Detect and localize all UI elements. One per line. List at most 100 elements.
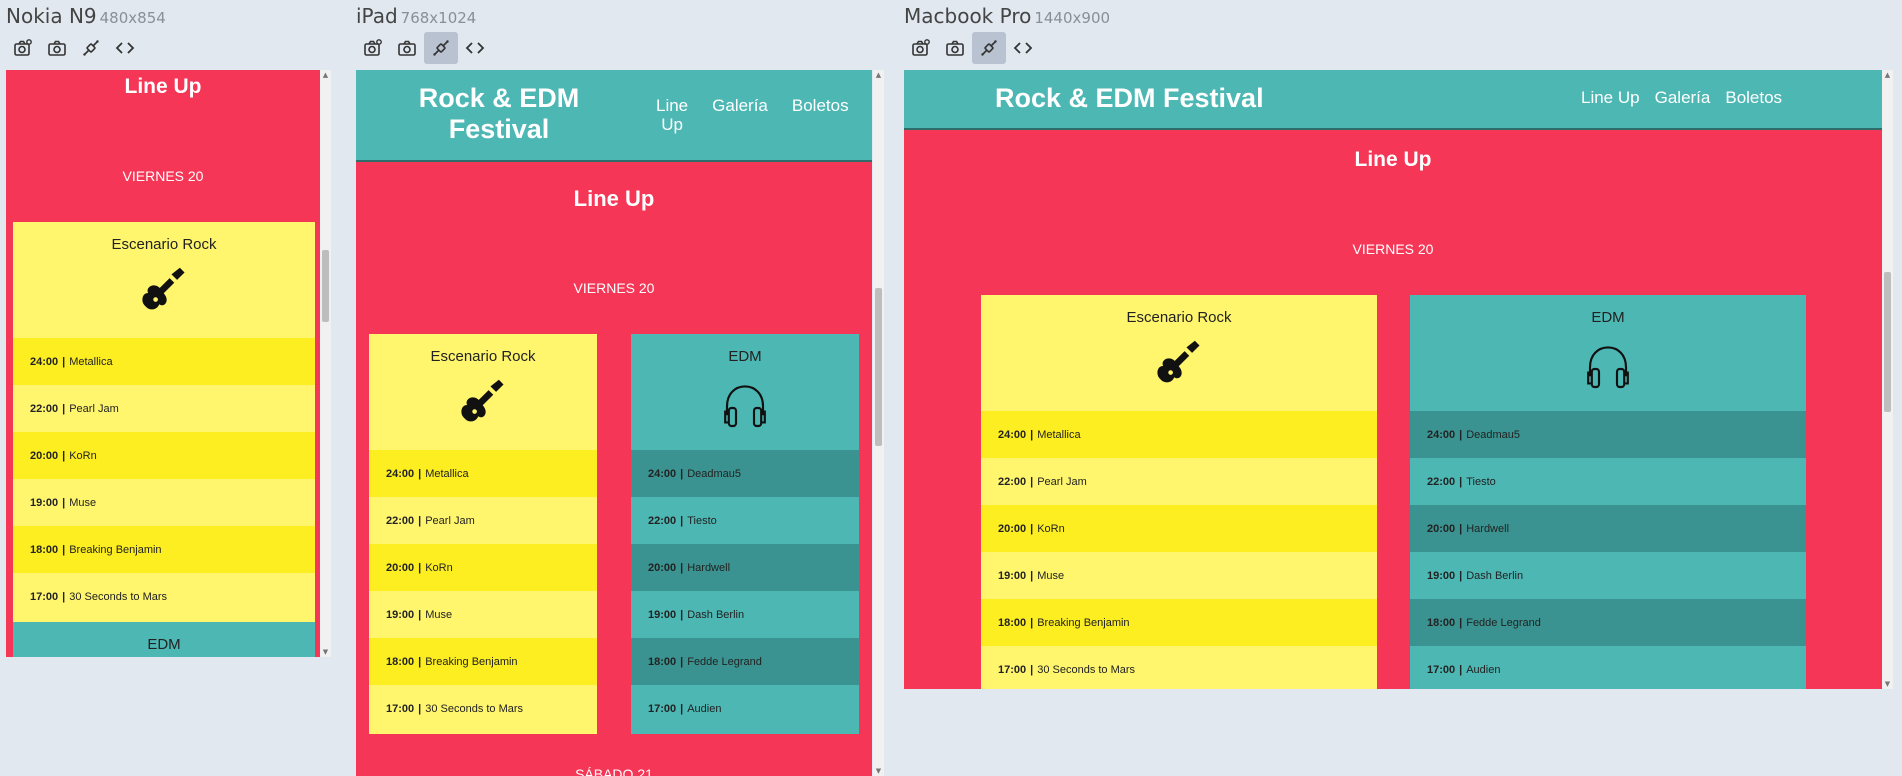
- scrollbar[interactable]: ▲ ▼: [320, 70, 331, 657]
- stage-card-edm: EDM 24:00 | Deadmau5 22:00 | Tiesto 20:00 | Ha…: [1410, 295, 1806, 689]
- scroll-up-arrow[interactable]: ▲: [1884, 72, 1891, 79]
- device-size: 480x854: [99, 9, 166, 27]
- device-ipad: iPad 768x1024: [356, 0, 656, 66]
- act-row: 20:00 | KoRn: [13, 432, 315, 479]
- act-list: 24:00 | Metallica 22:00 | Pearl Jam 20:00 | Ko…: [13, 338, 315, 620]
- guitar-icon: [369, 374, 597, 450]
- act-row: 17:00 | 30 Seconds to Mars: [998, 663, 1136, 676]
- headphones-icon: [1410, 335, 1806, 411]
- sync-scroll-button[interactable]: [424, 32, 458, 64]
- device-name: iPad: [356, 4, 398, 28]
- view-source-button[interactable]: [1006, 32, 1040, 64]
- stage-card-edm: EDM: [13, 622, 315, 657]
- device-name: Nokia N9: [6, 4, 97, 28]
- scrollbar-thumb[interactable]: [875, 288, 882, 446]
- nokia-viewport[interactable]: Line Up VIERNES 20 Escenario Rock 24:00 |…: [6, 70, 331, 657]
- ipad-viewport[interactable]: Rock & EDM Festival Line Up Galería Boleto…: [356, 70, 884, 776]
- site-brand[interactable]: Rock & EDM Festival: [406, 83, 592, 145]
- scrollbar[interactable]: ▲ ▼: [873, 70, 884, 776]
- section-title: Line Up: [1354, 148, 1432, 171]
- act-list: 24:00 | Deadmau5 22:00 | Tiesto 20:00 | Hardwe…: [1410, 411, 1806, 689]
- site-page: Rock & EDM Festival Line Up Galería Boleto…: [356, 70, 872, 776]
- scroll-up-arrow[interactable]: ▲: [322, 72, 329, 79]
- link-icon: [981, 40, 997, 56]
- section-title: Line Up: [573, 186, 655, 211]
- act-row: 24:00 | Metallica: [369, 450, 597, 497]
- act-row: 19:00 | Dash Berlin: [1427, 569, 1524, 582]
- camera-settings-icon: [364, 39, 382, 56]
- screenshot-button[interactable]: [40, 32, 74, 64]
- act-row: 20:00 | Hardwell: [1410, 505, 1806, 552]
- scroll-down-arrow[interactable]: ▼: [322, 649, 329, 656]
- camera-icon: [946, 40, 964, 56]
- act-list: 24:00 | Deadmau5 22:00 | Tiesto 20:00 | Hardwe…: [631, 450, 859, 732]
- site-page: Line Up VIERNES 20 Escenario Rock 24:00 |…: [6, 70, 320, 657]
- site-header: Rock & EDM Festival Line Up Galería Boleto…: [356, 70, 872, 162]
- act-row: 19:00 | Muse: [998, 569, 1065, 582]
- site-brand[interactable]: Rock & EDM Festival: [995, 83, 1264, 114]
- act-row: 24:00 | Deadmau5: [631, 450, 859, 497]
- stage-title: Escenario Rock: [430, 348, 536, 365]
- guitar-icon: [981, 335, 1377, 411]
- nav-boletos[interactable]: Boletos: [1725, 88, 1782, 108]
- act-row: 20:00 | KoRn: [369, 544, 597, 591]
- site-header: Rock & EDM Festival Line Up Galería Bole…: [904, 70, 1882, 130]
- device-header: Nokia N9 480x854: [6, 0, 276, 30]
- stage-card-rock: Escenario Rock 24:00 | Metallica 22:00 | Pea…: [981, 295, 1377, 689]
- act-list: 24:00 | Metallica 22:00 | Pearl Jam 20:00 | Ko…: [369, 450, 597, 732]
- act-row: 18:00 | Breaking Benjamin: [369, 638, 597, 685]
- macbook-viewport[interactable]: Rock & EDM Festival Line Up Galería Bole…: [904, 70, 1893, 689]
- scroll-down-arrow[interactable]: ▼: [875, 768, 882, 775]
- scroll-up-arrow[interactable]: ▲: [875, 72, 882, 79]
- nav-galeria[interactable]: Galería: [1655, 88, 1711, 108]
- link-icon: [433, 40, 449, 56]
- screenshot-settings-button[interactable]: [904, 32, 938, 64]
- screenshot-button[interactable]: [938, 32, 972, 64]
- nav-boletos[interactable]: Boletos: [792, 96, 849, 134]
- day-label: VIERNES 20: [122, 168, 204, 184]
- device-header: iPad 768x1024: [356, 0, 656, 30]
- device-toolbar: [6, 30, 276, 66]
- sync-scroll-button[interactable]: [74, 32, 108, 64]
- code-icon: [115, 42, 135, 54]
- scroll-down-arrow[interactable]: ▼: [1884, 681, 1891, 688]
- day-label: VIERNES 20: [573, 280, 655, 296]
- stage-card-rock: Escenario Rock 24:00 | Metallica 22:00 | Pea…: [13, 222, 315, 622]
- act-row: 20:00 | Hardwell: [631, 544, 859, 591]
- guitar-icon: [13, 262, 315, 338]
- screenshot-settings-button[interactable]: [6, 32, 40, 64]
- device-size: 1440x900: [1034, 9, 1111, 27]
- stage-card-edm: EDM 24:00 | Deadmau5 22:00 | Tiesto 20:00 | Ha…: [631, 334, 859, 734]
- act-row: 18:00 | Breaking Benjamin: [13, 526, 315, 573]
- site-nav: Line Up Galería Boletos: [1581, 88, 1782, 108]
- view-source-button[interactable]: [458, 32, 492, 64]
- screenshot-button[interactable]: [390, 32, 424, 64]
- scrollbar[interactable]: ▲ ▼: [1882, 70, 1893, 689]
- scrollbar-thumb[interactable]: [322, 250, 329, 322]
- device-nokia: Nokia N9 480x854: [6, 0, 276, 66]
- stage-title: EDM: [728, 348, 762, 365]
- code-icon: [1013, 42, 1033, 54]
- act-row: 22:00 | Tiesto: [648, 514, 717, 527]
- nav-lineup[interactable]: Line Up: [656, 96, 688, 134]
- act-row: 18:00 | Fedde Legrand: [631, 638, 859, 685]
- headphones-icon: [631, 374, 859, 450]
- stage-title: Escenario Rock: [111, 236, 217, 253]
- nav-galeria[interactable]: Galería: [712, 96, 768, 134]
- device-toolbar: [904, 30, 1204, 66]
- scrollbar-thumb[interactable]: [1884, 272, 1891, 412]
- site-page: Rock & EDM Festival Line Up Galería Bole…: [904, 70, 1882, 689]
- stage-title: EDM: [147, 636, 181, 653]
- act-row: 22:00 | Pearl Jam: [386, 514, 475, 527]
- device-macbook: Macbook Pro 1440x900: [904, 0, 1204, 66]
- act-row: 19:00 | Dash Berlin: [648, 608, 745, 621]
- screenshot-settings-button[interactable]: [356, 32, 390, 64]
- view-source-button[interactable]: [108, 32, 142, 64]
- sync-scroll-button[interactable]: [972, 32, 1006, 64]
- camera-settings-icon: [912, 39, 930, 56]
- act-row: 17:00 | Audien: [648, 702, 722, 715]
- act-row: 22:00 | Pearl Jam: [998, 475, 1087, 488]
- camera-icon: [398, 40, 416, 56]
- stage-title: Escenario Rock: [1126, 309, 1232, 326]
- nav-lineup[interactable]: Line Up: [1581, 88, 1640, 108]
